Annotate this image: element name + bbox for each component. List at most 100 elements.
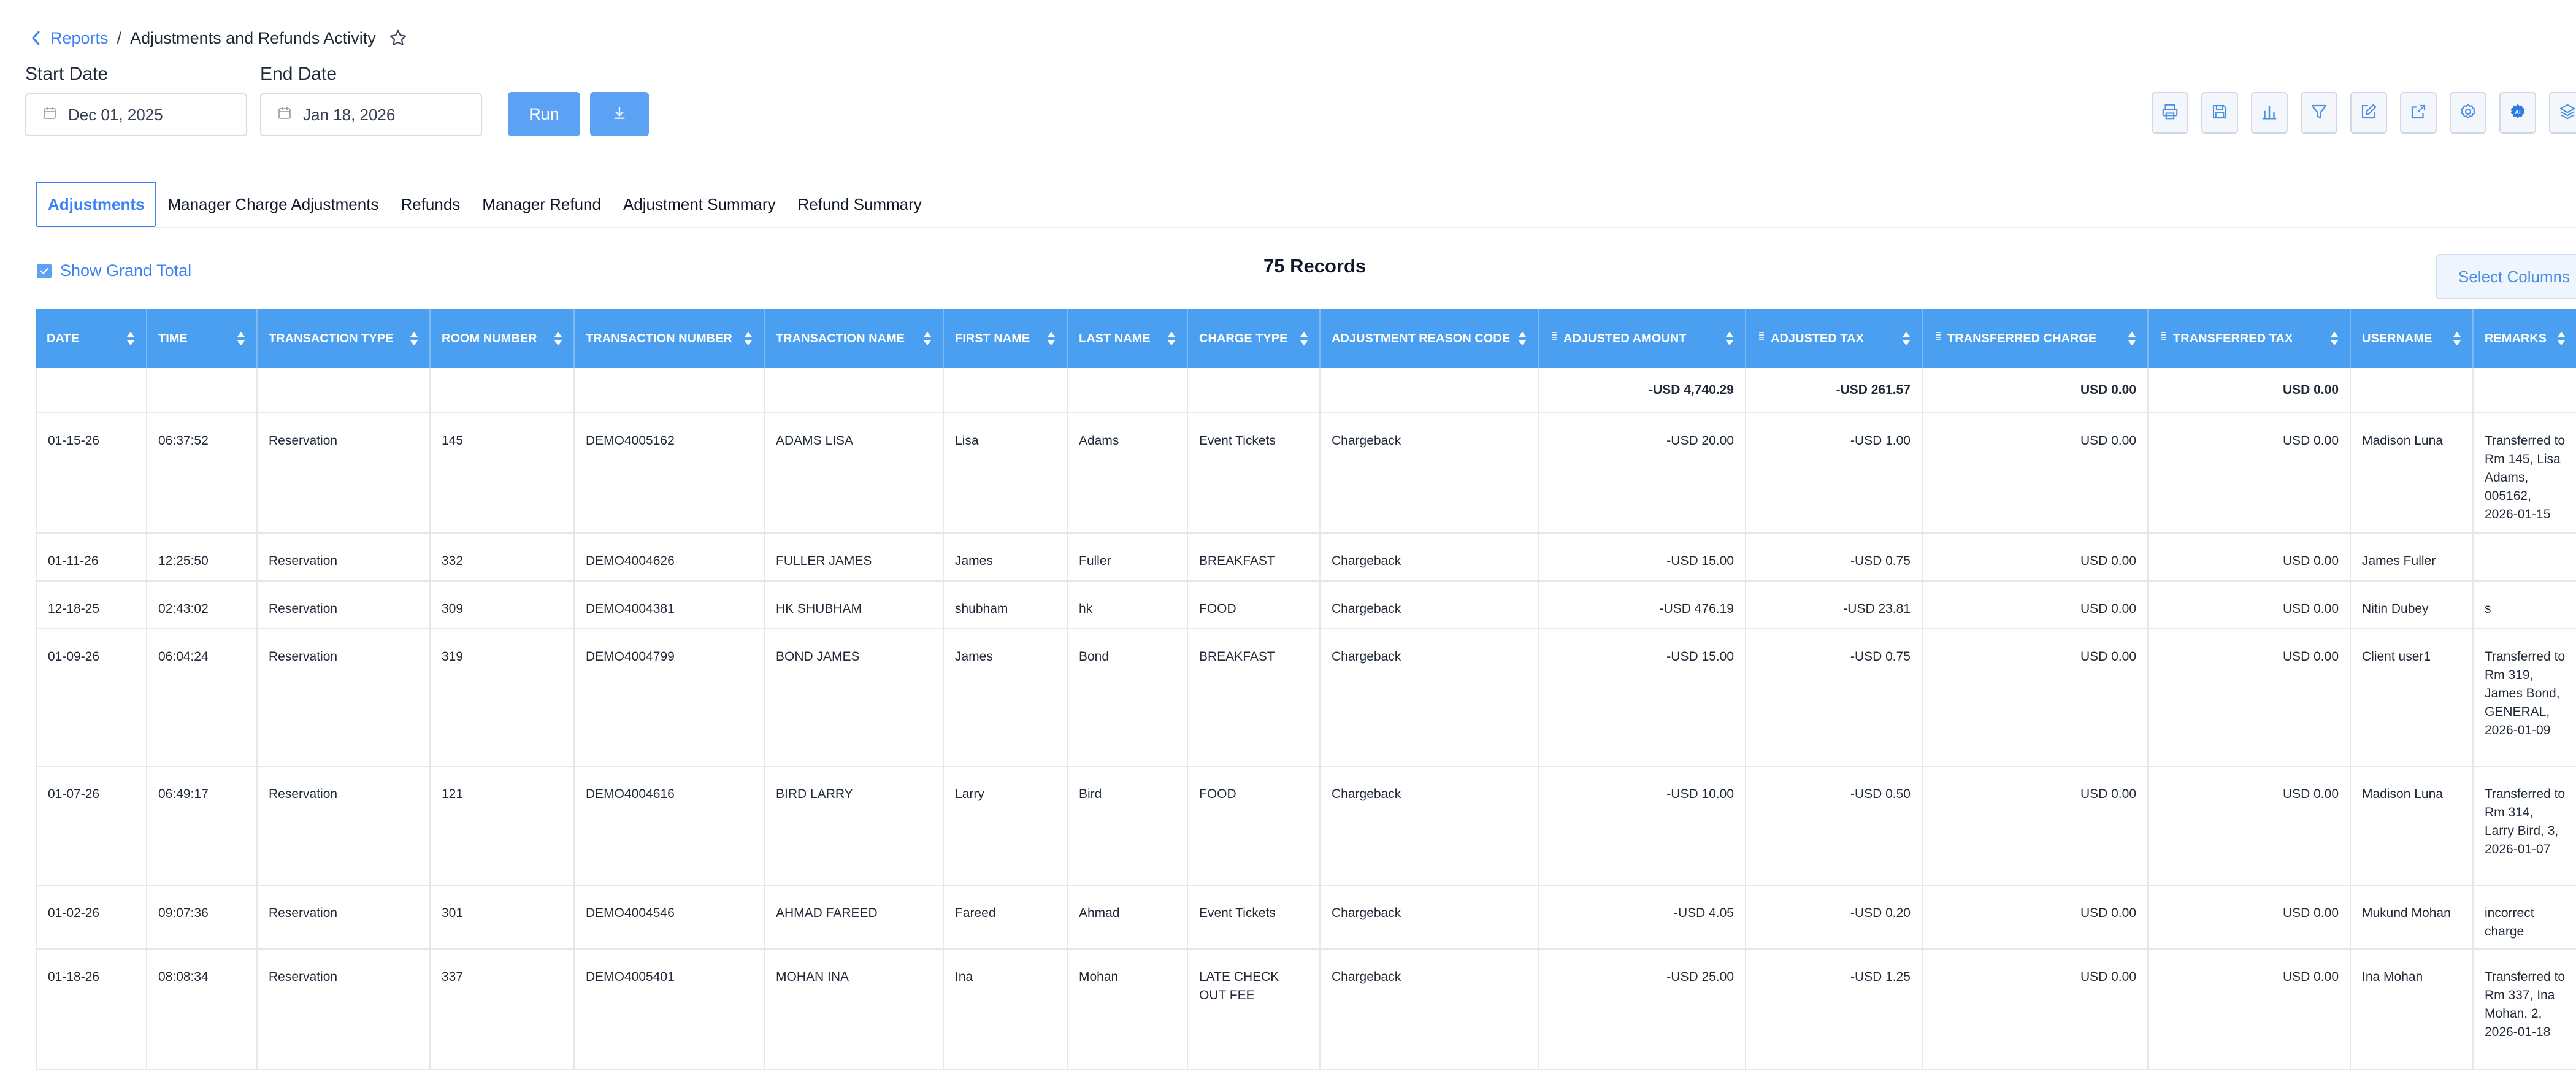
- column-header-transaction-number[interactable]: TRANSACTION NUMBER: [573, 309, 764, 368]
- cell-adjusted-amount: -USD 25.00: [1538, 950, 1745, 1069]
- chevron-left-icon[interactable]: [31, 30, 42, 46]
- open-external-button[interactable]: [2400, 92, 2437, 134]
- sort-icon[interactable]: [1902, 331, 1911, 347]
- table-row[interactable]: 01-07-26 06:49:17 Reservation 121 DEMO400461…: [36, 767, 2576, 886]
- sort-icon[interactable]: [2557, 331, 2566, 347]
- save-button[interactable]: [2201, 92, 2238, 134]
- column-header-transaction-type[interactable]: TRANSACTION TYPE: [256, 309, 429, 368]
- layers-button[interactable]: [2549, 92, 2576, 134]
- cell-date: 01-02-26: [36, 886, 146, 948]
- sort-icon[interactable]: [237, 331, 245, 347]
- star-outline-icon[interactable]: [388, 28, 408, 48]
- end-date-field[interactable]: Jan 18, 2026: [260, 93, 482, 136]
- breadcrumb: Reports / Adjustments and Refunds Activi…: [31, 25, 408, 52]
- print-preview-button[interactable]: [2152, 92, 2188, 134]
- edit-button[interactable]: [2350, 92, 2387, 134]
- ai-settings-button[interactable]: AI: [2499, 92, 2536, 134]
- sort-icon[interactable]: [1518, 331, 1527, 347]
- cell-time: 06:37:52: [146, 413, 256, 532]
- cell-last-name: Bird: [1067, 767, 1187, 885]
- sort-icon[interactable]: [1047, 331, 1056, 347]
- run-button[interactable]: Run: [508, 92, 580, 136]
- sort-icon[interactable]: [744, 331, 753, 347]
- column-header-label: TRANSACTION NUMBER: [586, 332, 732, 345]
- cell-remarks: s: [2472, 582, 2576, 628]
- cell-remarks: [2472, 534, 2576, 580]
- end-date-value: Jan 18, 2026: [303, 105, 396, 124]
- sort-icon[interactable]: [554, 331, 562, 347]
- sort-icon[interactable]: [2128, 331, 2136, 347]
- checkbox-checked-icon[interactable]: [37, 263, 52, 278]
- column-header-label: TRANSFERRED TAX: [2173, 332, 2293, 345]
- external-link-icon: [2409, 102, 2428, 124]
- column-header-username[interactable]: USERNAME: [2350, 309, 2472, 368]
- table-row[interactable]: 01-02-26 09:07:36 Reservation 301 DEMO400454…: [36, 886, 2576, 950]
- tab-refund-summary[interactable]: Refund Summary: [787, 182, 933, 227]
- sort-icon[interactable]: [2453, 331, 2461, 347]
- start-date-field[interactable]: Dec 01, 2025: [25, 93, 247, 136]
- column-header-adjusted-tax[interactable]: ADJUSTED TAX: [1745, 309, 1922, 368]
- cell-time: 06:04:24: [146, 629, 256, 766]
- cell-username: Madison Luna: [2350, 413, 2472, 532]
- chart-button[interactable]: [2251, 92, 2288, 134]
- tab-manager-refund[interactable]: Manager Refund: [471, 182, 612, 227]
- sort-icon[interactable]: [410, 331, 418, 347]
- grand-total-cell: [2350, 368, 2472, 412]
- column-header-adjusted-amount[interactable]: ADJUSTED AMOUNT: [1538, 309, 1745, 368]
- column-header-label: ADJUSTMENT REASON CODE: [1332, 332, 1511, 345]
- cell-room-number: 319: [429, 629, 573, 766]
- sort-icon[interactable]: [1300, 331, 1308, 347]
- sort-icon[interactable]: [1725, 331, 1734, 347]
- cell-transaction-type: Reservation: [256, 629, 429, 766]
- filter-button[interactable]: [2301, 92, 2337, 134]
- cell-adjusted-tax: -USD 0.20: [1745, 886, 1922, 948]
- download-button[interactable]: [590, 92, 649, 136]
- select-columns-button[interactable]: Select Columns: [2436, 254, 2576, 299]
- svg-text:AI: AI: [2515, 109, 2520, 115]
- cell-last-name: Adams: [1067, 413, 1187, 532]
- tab-adjustment-summary[interactable]: Adjustment Summary: [612, 182, 787, 227]
- grand-total-cell: [429, 368, 573, 412]
- sort-icon[interactable]: [2330, 331, 2339, 347]
- column-header-label: FIRST NAME: [955, 332, 1030, 345]
- grand-total-cell: [1319, 368, 1538, 412]
- column-header-transaction-name[interactable]: TRANSACTION NAME: [764, 309, 943, 368]
- cell-transaction-number: DEMO4004799: [573, 629, 764, 766]
- column-header-transferred-tax[interactable]: TRANSFERRED TAX: [2147, 309, 2350, 368]
- cell-adjustment-reason-code: Chargeback: [1319, 582, 1538, 628]
- table-row[interactable]: 12-18-25 02:43:02 Reservation 309 DEMO400438…: [36, 582, 2576, 629]
- table-row[interactable]: 01-11-26 12:25:50 Reservation 332 DEMO400462…: [36, 534, 2576, 582]
- table-row[interactable]: 01-15-26 06:37:52 Reservation 145 DEMO400516…: [36, 413, 2576, 534]
- cell-adjustment-reason-code: Chargeback: [1319, 534, 1538, 580]
- tab-refunds[interactable]: Refunds: [389, 182, 471, 227]
- column-header-transferred-charge[interactable]: TRANSFERRED CHARGE: [1922, 309, 2147, 368]
- column-header-charge-type[interactable]: CHARGE TYPE: [1187, 309, 1319, 368]
- sort-icon[interactable]: [923, 331, 932, 347]
- cell-room-number: 309: [429, 582, 573, 628]
- print-preview-icon: [2161, 102, 2179, 124]
- column-header-date[interactable]: DATE: [36, 309, 146, 368]
- column-header-room-number[interactable]: ROOM NUMBER: [429, 309, 573, 368]
- table-row[interactable]: 01-18-26 08:08:34 Reservation 337 DEMO400540…: [36, 950, 2576, 1070]
- column-header-adjustment-reason-code[interactable]: ADJUSTMENT REASON CODE: [1319, 309, 1538, 368]
- settings-button[interactable]: [2450, 92, 2486, 134]
- cell-transaction-number: DEMO4004381: [573, 582, 764, 628]
- tab-manager-charge-adjustments[interactable]: Manager Charge Adjustments: [156, 182, 389, 227]
- cell-first-name: James: [943, 629, 1067, 766]
- end-date-label: End Date: [260, 64, 337, 84]
- tab-adjustments[interactable]: Adjustments: [36, 182, 157, 227]
- table-row[interactable]: 01-09-26 06:04:24 Reservation 319 DEMO400479…: [36, 629, 2576, 767]
- column-header-remarks[interactable]: REMARKS: [2472, 309, 2576, 368]
- sort-icon[interactable]: [126, 331, 135, 347]
- column-header-first-name[interactable]: FIRST NAME: [943, 309, 1067, 368]
- cell-transferred-charge: USD 0.00: [1922, 886, 2147, 948]
- column-header-last-name[interactable]: LAST NAME: [1067, 309, 1187, 368]
- cell-adjusted-amount: -USD 15.00: [1538, 534, 1745, 580]
- cell-username: Mukund Mohan: [2350, 886, 2472, 948]
- sort-icon[interactable]: [1167, 331, 1176, 347]
- column-header-time[interactable]: TIME: [146, 309, 256, 368]
- save-icon: [2210, 102, 2229, 124]
- cell-first-name: shubham: [943, 582, 1067, 628]
- breadcrumb-reports-link[interactable]: Reports: [50, 29, 109, 48]
- show-grand-total-toggle[interactable]: Show Grand Total: [37, 261, 191, 280]
